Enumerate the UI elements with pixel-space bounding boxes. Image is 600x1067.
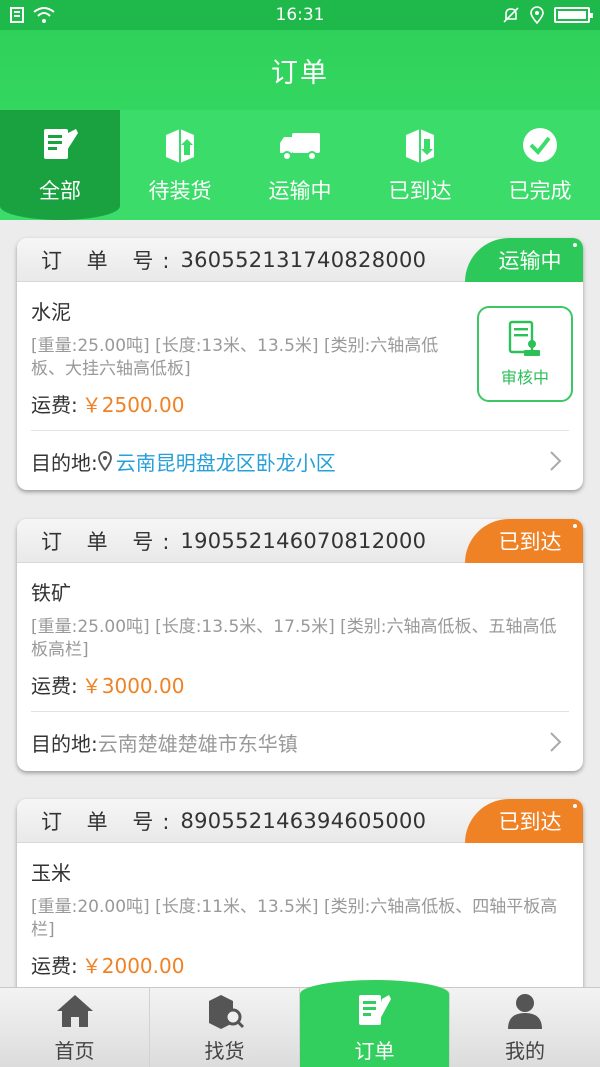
tab-arrived[interactable]: 已到达 [360, 110, 480, 220]
destination-address[interactable]: 云南昆明盘龙区卧龙小区 [116, 447, 336, 476]
cargo-name: 铁矿 [31, 581, 71, 605]
freight-price: ￥2500.00 [81, 393, 185, 417]
check-circle-icon [523, 128, 557, 162]
status-time: 16:31 [275, 5, 325, 25]
status-bar: 16:31 [0, 0, 600, 30]
order-card[interactable]: 订 单 号: 360552131740828000 运输中 水泥 [重量:25.… [17, 238, 583, 490]
order-header: 订 单 号: 360552131740828000 运输中 [17, 238, 583, 282]
order-card[interactable]: 订 单 号: 190552146070812000 已到达 铁矿 [重量:25.… [17, 519, 583, 771]
tab-completed[interactable]: 已完成 [480, 110, 600, 220]
tab-label: 全部 [39, 179, 81, 203]
truck-icon [280, 133, 320, 161]
status-badge-label: 运输中 [498, 249, 562, 273]
nav-find-goods[interactable]: 找货 [150, 988, 300, 1067]
nav-home[interactable]: 首页 [0, 988, 150, 1067]
cargo-name: 玉米 [31, 861, 71, 885]
review-label: 审核中 [500, 368, 549, 387]
order-no: 360552131740828000 [180, 247, 427, 272]
status-badge: 已到达 [465, 799, 583, 843]
freight: 运费: ￥3000.00 [31, 670, 569, 699]
nav-label: 找货 [204, 1039, 245, 1063]
search-goods-icon [208, 995, 244, 1029]
chevron-right-icon [550, 451, 562, 471]
edit-doc-icon [358, 995, 391, 1025]
tab-label: 已到达 [388, 179, 452, 203]
order-no: 190552146070812000 [180, 528, 427, 553]
order-no-label: 订 单 号: [41, 248, 179, 273]
location-icon [530, 6, 544, 24]
order-card[interactable]: 订 单 号: 890552146394605000 已到达 玉米 [重量:20.… [17, 799, 583, 987]
badge-dot [573, 524, 577, 528]
tab-label: 运输中 [268, 179, 332, 203]
status-badge: 运输中 [465, 238, 583, 282]
home-icon [56, 995, 93, 1027]
destination-label: 目的地: [31, 450, 98, 475]
tab-label: 已完成 [508, 179, 572, 203]
user-icon [508, 994, 542, 1029]
destination-row[interactable]: 目的地: 云南楚雄楚雄市东华镇 [31, 712, 569, 771]
badge-dot [573, 243, 577, 247]
status-badge-label: 已到达 [498, 810, 562, 834]
freight-price: ￥2000.00 [81, 954, 185, 978]
location-pin-icon [97, 451, 112, 471]
box-down-icon [406, 129, 434, 163]
order-no-label: 订 单 号: [41, 529, 179, 554]
notification-icon [10, 7, 24, 23]
box-up-icon [166, 129, 194, 163]
review-doc-icon [508, 320, 540, 356]
order-no: 890552146394605000 [180, 808, 427, 833]
tab-label: 待装货 [148, 179, 212, 203]
freight-label: 运费: [31, 954, 78, 978]
nav-label: 我的 [505, 1039, 545, 1063]
destination-label: 目的地: [31, 731, 98, 756]
badge-dot [573, 804, 577, 808]
order-no-label: 订 单 号: [41, 809, 179, 834]
tab-in-transit[interactable]: 运输中 [240, 110, 360, 220]
nav-orders[interactable]: 订单 [300, 980, 450, 1067]
nav-label: 首页 [54, 1039, 95, 1063]
chevron-right-icon [550, 732, 562, 752]
cargo-spec: [重量:20.00吨] [长度:11米、13.5米] [类别:六轴高低板、四轴平… [31, 897, 558, 940]
review-status-button[interactable]: 审核中 [477, 306, 573, 402]
order-header: 订 单 号: 890552146394605000 已到达 [17, 799, 583, 843]
status-badge: 已到达 [465, 519, 583, 563]
nav-mine[interactable]: 我的 [450, 988, 600, 1067]
tab-pending-load[interactable]: 待装货 [120, 110, 240, 220]
freight-label: 运费: [31, 393, 78, 417]
order-list[interactable]: 订 单 号: 360552131740828000 运输中 水泥 [重量:25.… [0, 220, 600, 987]
freight-price: ￥3000.00 [81, 674, 185, 698]
order-header: 订 单 号: 190552146070812000 已到达 [17, 519, 583, 563]
nav-label: 订单 [354, 1039, 395, 1063]
status-badge-label: 已到达 [498, 530, 562, 554]
battery-icon [554, 7, 593, 23]
edit-doc-icon [44, 129, 78, 159]
order-status-tabs: 全部 待装货 运输中 已到达 已完成 [0, 110, 600, 220]
mute-bell-icon [503, 7, 519, 23]
cargo-spec: [重量:25.00吨] [长度:13.5米、17.5米] [类别:六轴高低板、五… [31, 617, 557, 660]
wifi-icon [33, 7, 55, 23]
destination-address: 云南楚雄楚雄市东华镇 [97, 731, 298, 756]
bottom-nav: 首页 找货 订单 我的 [0, 980, 600, 1067]
freight-label: 运费: [31, 674, 78, 698]
tab-all[interactable]: 全部 [0, 110, 120, 220]
destination-row[interactable]: 目的地: 云南昆明盘龙区卧龙小区 [31, 431, 569, 490]
freight: 运费: ￥2000.00 [31, 950, 569, 979]
page-title: 订单 [0, 30, 600, 110]
cargo-spec: [重量:25.00吨] [长度:13米、13.5米] [类别:六轴高低板、大挂六… [31, 336, 439, 379]
